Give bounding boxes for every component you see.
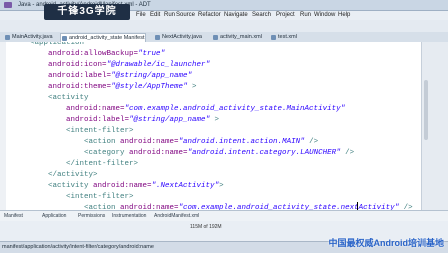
java-file-icon — [5, 35, 10, 40]
menu-help[interactable]: Help — [338, 11, 350, 20]
tab-label: NextActivity.java — [162, 34, 202, 40]
java-file-icon — [155, 35, 160, 40]
menu-file[interactable]: File — [136, 11, 146, 20]
tab-test-xml[interactable]: test.xml — [270, 33, 297, 42]
code-line: <action android:name="com.example.androi… — [84, 204, 413, 210]
menu-refactor[interactable]: Refactor — [198, 11, 221, 20]
code-line: <activity — [48, 94, 89, 102]
code-line: <category android:name="android.intent.c… — [84, 149, 355, 157]
code-line: android:icon="@drawable/ic_launcher" — [48, 61, 211, 69]
xml-file-icon — [213, 35, 218, 40]
code-line: <intent-filter> — [66, 127, 134, 135]
tab-label: MainActivity.java — [12, 34, 53, 40]
vertical-scrollbar[interactable] — [424, 80, 428, 140]
tab-android-manifest-xml[interactable]: AndroidManifest.xml — [154, 211, 199, 221]
menu-run[interactable]: Run — [164, 11, 175, 20]
eclipse-app-icon — [4, 2, 12, 8]
code-line: <intent-filter> — [66, 193, 134, 201]
tab-label: android_activity_state Manifest — [69, 35, 145, 41]
code-line: android:name="com.example.android_activi… — [66, 105, 346, 113]
menu-run-2[interactable]: Run — [300, 11, 311, 20]
tab-instrumentation[interactable]: Instrumentation — [112, 211, 146, 221]
code-line: android:label="@string/app_name" — [48, 72, 193, 80]
code-line: <activity android:name=".NextActivity"> — [48, 182, 224, 190]
android-manifest-icon — [62, 36, 67, 41]
menu-navigate[interactable]: Navigate — [224, 11, 248, 20]
tab-application[interactable]: Application — [42, 211, 66, 221]
watermark-text: 中国最权威Android培训基地 — [328, 238, 445, 248]
xml-editor[interactable]: <application android:allowBackup="true" … — [6, 42, 422, 210]
menu-edit[interactable]: Edit — [150, 11, 160, 20]
tab-label: activity_main.xml — [220, 34, 262, 40]
menu-project[interactable]: Project — [276, 11, 295, 20]
menu-window[interactable]: Window — [314, 11, 335, 20]
code-line: android:allowBackup="true" — [48, 50, 166, 58]
xml-file-icon — [271, 35, 276, 40]
tab-next-activity-java[interactable]: NextActivity.java — [154, 33, 202, 42]
training-logo: 千锋3G学院 — [44, 4, 130, 20]
code-line: <application — [30, 42, 85, 47]
code-line: </activity> — [48, 171, 98, 179]
code-line: android:theme="@style/AppTheme" > — [48, 83, 197, 91]
manifest-editor-tabs: Manifest Application Permissions Instrum… — [0, 210, 448, 221]
tab-activity-main-xml[interactable]: activity_main.xml — [212, 33, 262, 42]
tab-label: test.xml — [278, 34, 297, 40]
code-line: android:label="@string/app_name" > — [66, 116, 220, 124]
menu-search[interactable]: Search — [252, 11, 271, 20]
tab-main-activity-java[interactable]: MainActivity.java — [4, 33, 53, 42]
menu-source[interactable]: Source — [176, 11, 195, 20]
tab-manifest-overview[interactable]: Manifest — [4, 211, 23, 221]
code-line: </intent-filter> — [66, 160, 139, 168]
tab-permissions[interactable]: Permissions — [78, 211, 105, 221]
heap-status[interactable]: 115M of 192M — [190, 224, 222, 230]
status-path: manifest/application/activity/intent-fil… — [2, 244, 154, 250]
code-line: <action android:name="android.intent.act… — [84, 138, 319, 146]
